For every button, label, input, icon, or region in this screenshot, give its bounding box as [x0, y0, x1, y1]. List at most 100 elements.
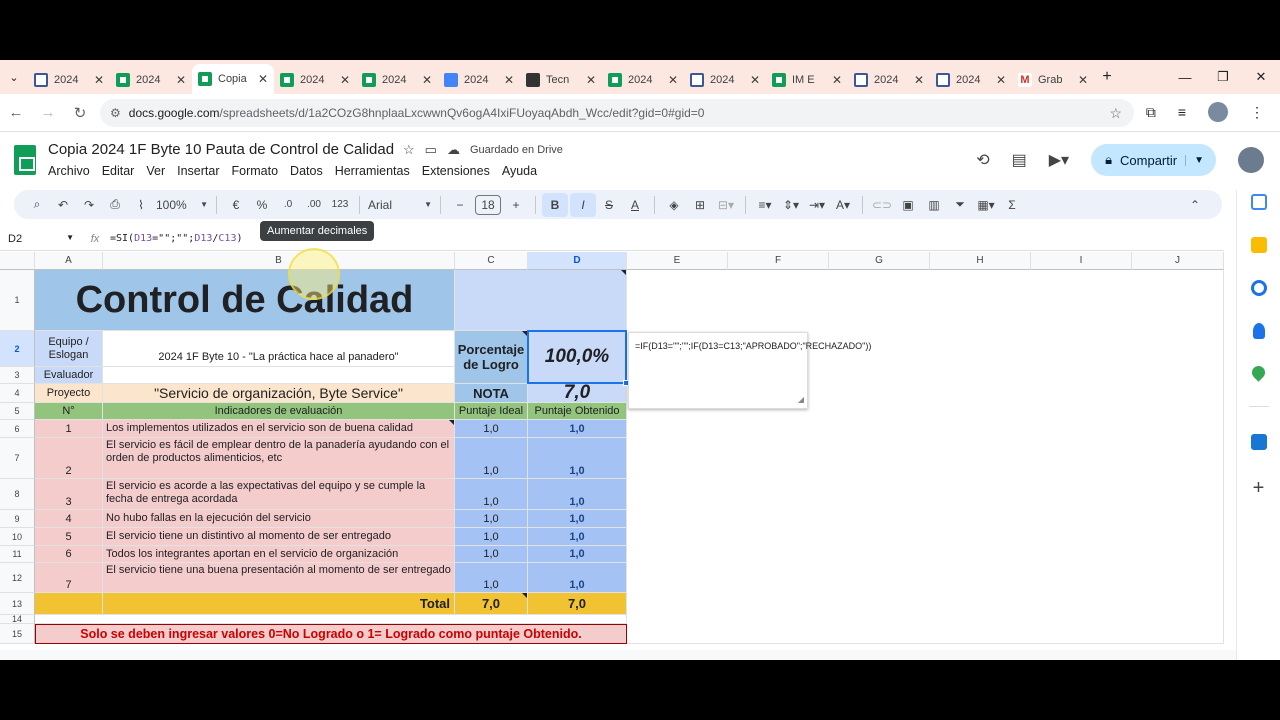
menu-item[interactable]: Extensiones — [422, 164, 490, 178]
merge-cells-icon[interactable]: ⊟▾ — [713, 193, 739, 217]
decrease-decimals-button[interactable]: .0 — [275, 193, 301, 217]
url-field[interactable]: ⚙ docs.google.com /spreadsheets/d/1a2COz… — [100, 99, 1134, 127]
close-tab-icon[interactable]: ✕ — [94, 73, 104, 87]
proyecto-label-cell[interactable]: Proyecto — [35, 384, 103, 403]
obtained-score-cell[interactable]: 1,0 — [528, 510, 627, 528]
close-tab-icon[interactable]: ✕ — [586, 73, 596, 87]
footer-note-cell[interactable]: Solo se deben ingresar valores 0=No Logr… — [35, 624, 627, 644]
keep-icon[interactable] — [1250, 237, 1267, 253]
obtained-header-cell[interactable]: Puntaje Obtenido — [528, 403, 627, 420]
item-text-cell[interactable]: Todos los integrantes aportan en el serv… — [103, 546, 455, 563]
addon-icon[interactable] — [1250, 434, 1267, 450]
sheet-title-cell[interactable]: Control de Calidad — [35, 270, 455, 331]
column-header-a[interactable]: A — [35, 252, 103, 270]
fill-color-icon[interactable]: ◈ — [661, 193, 687, 217]
row-header-4[interactable]: 4 — [0, 384, 35, 403]
row-header-3[interactable]: 3 — [0, 367, 35, 384]
menu-item[interactable]: Editar — [102, 164, 135, 178]
row-header-6[interactable]: 6 — [0, 420, 35, 438]
close-tab-icon[interactable]: ✕ — [914, 73, 924, 87]
browser-tab[interactable]: 2024 ✕ — [684, 66, 766, 94]
obtained-score-cell[interactable]: 1,0 — [528, 563, 627, 593]
minimize-icon[interactable]: — — [1166, 70, 1204, 85]
nota-label-cell[interactable]: NOTA — [455, 384, 528, 403]
ideal-score-cell[interactable]: 1,0 — [455, 563, 528, 593]
close-tab-icon[interactable]: ✕ — [996, 73, 1006, 87]
proyecto-value-cell[interactable]: "Servicio de organización, Byte Service" — [103, 384, 455, 403]
column-header-g[interactable]: G — [829, 252, 930, 270]
item-number-cell[interactable]: 5 — [35, 528, 103, 546]
item-text-cell[interactable]: El servicio tiene una buena presentación… — [103, 563, 455, 593]
search-menus-icon[interactable]: ⌕ — [24, 193, 50, 217]
item-number-cell[interactable]: 1 — [35, 420, 103, 438]
percent-format-button[interactable]: % — [249, 193, 275, 217]
column-header-f[interactable]: F — [728, 252, 829, 270]
browser-tab[interactable]: IM E ✕ — [766, 66, 848, 94]
print-icon[interactable]: ⎙ — [102, 193, 128, 217]
menu-item[interactable]: Formato — [232, 164, 279, 178]
close-tab-icon[interactable]: ✕ — [258, 72, 268, 86]
row-header-10[interactable]: 10 — [0, 528, 35, 546]
row-header-9[interactable]: 9 — [0, 510, 35, 528]
column-header-d[interactable]: D — [528, 252, 627, 270]
row-header-1[interactable]: 1 — [0, 270, 35, 331]
browser-menu-icon[interactable]: ⋮ — [1250, 104, 1264, 121]
formula-input[interactable]: =SI(D13="";"";D13/C13) — [110, 233, 243, 244]
browser-tab[interactable]: 2024 ✕ — [848, 66, 930, 94]
close-tab-icon[interactable]: ✕ — [668, 73, 678, 87]
browser-tab[interactable]: 2024 ✕ — [28, 66, 110, 94]
insert-chart-icon[interactable]: ▥ — [921, 193, 947, 217]
history-icon[interactable]: ⟲ — [976, 150, 989, 170]
close-tab-icon[interactable]: ✕ — [750, 73, 760, 87]
menu-item[interactable]: Datos — [290, 164, 323, 178]
ideal-score-cell[interactable]: 1,0 — [455, 479, 528, 510]
menu-item[interactable]: Ver — [146, 164, 165, 178]
close-window-icon[interactable]: ✕ — [1242, 69, 1280, 85]
browser-tab[interactable]: 2024 ✕ — [274, 66, 356, 94]
item-number-cell[interactable]: 3 — [35, 479, 103, 510]
evaluador-label-cell[interactable]: Evaluador — [35, 367, 103, 384]
font-select[interactable]: Arial ▼ — [366, 193, 434, 217]
close-tab-icon[interactable]: ✕ — [832, 73, 842, 87]
row-header-13[interactable]: 13 — [0, 593, 35, 615]
column-header-e[interactable]: E — [627, 252, 728, 270]
column-header-b[interactable]: B — [103, 252, 455, 270]
porcentaje-label-cell[interactable]: Porcentaje de Logro — [455, 331, 528, 384]
column-header-h[interactable]: H — [930, 252, 1031, 270]
indicator-header-cell[interactable]: Indicadores de evaluación — [103, 403, 455, 420]
italic-button[interactable]: I — [570, 192, 596, 217]
browser-tab[interactable]: 2024 ✕ — [438, 66, 520, 94]
bold-button[interactable]: B — [542, 192, 568, 217]
nota-value-cell[interactable]: 7,0 — [528, 384, 627, 403]
browser-tab[interactable]: 2024 ✕ — [110, 66, 192, 94]
site-info-icon[interactable]: ⚙ — [110, 106, 121, 120]
item-text-cell[interactable]: El servicio es fácil de emplear dentro d… — [103, 438, 455, 479]
borders-icon[interactable]: ⊞ — [687, 193, 713, 217]
text-rotation-icon[interactable]: A▾ — [830, 193, 856, 217]
sheets-logo-icon[interactable] — [14, 145, 36, 175]
text-wrap-icon[interactable]: ⇥▾ — [804, 193, 830, 217]
ideal-score-cell[interactable]: 1,0 — [455, 420, 528, 438]
name-box[interactable]: D2 ▼ — [0, 233, 80, 245]
ideal-score-cell[interactable]: 1,0 — [455, 438, 528, 479]
column-header-i[interactable]: I — [1031, 252, 1132, 270]
item-text-cell[interactable]: El servicio es acorde a las expectativas… — [103, 479, 455, 510]
equipo-value-cell[interactable]: 2024 1F Byte 10 - "La práctica hace al p… — [103, 331, 455, 367]
total-label-cell[interactable]: Total — [103, 593, 455, 615]
browser-tab[interactable]: 2024 ✕ — [602, 66, 684, 94]
vertical-align-icon[interactable]: ⇕▾ — [778, 193, 804, 217]
currency-format-button[interactable]: € — [223, 193, 249, 217]
item-text-cell[interactable]: El servicio tiene un distintivo al momen… — [103, 528, 455, 546]
row-header-11[interactable]: 11 — [0, 546, 35, 563]
browser-tab[interactable]: Copia ✕ — [192, 64, 274, 94]
functions-icon[interactable]: Σ — [999, 193, 1025, 217]
filter-views-icon[interactable]: ▦▾ — [973, 193, 999, 217]
menu-item[interactable]: Herramientas — [335, 164, 410, 178]
insert-link-icon[interactable]: ⊂⊃ — [869, 193, 895, 217]
empty-cells[interactable] — [627, 270, 1224, 644]
share-dropdown-icon[interactable]: ▼ — [1185, 154, 1204, 166]
insert-comment-icon[interactable]: ▣ — [895, 193, 921, 217]
item-number-cell[interactable]: 6 — [35, 546, 103, 563]
ideal-score-cell[interactable]: 1,0 — [455, 510, 528, 528]
profile-avatar[interactable] — [1208, 102, 1228, 122]
